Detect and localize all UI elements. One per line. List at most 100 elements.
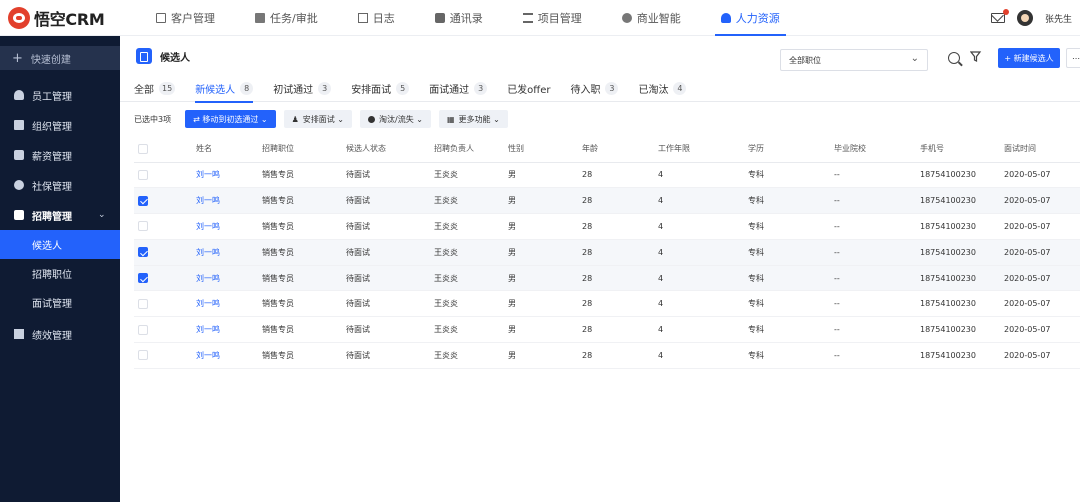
bar-chart-icon	[14, 329, 24, 339]
header-checkbox-cell[interactable]	[134, 136, 196, 163]
user-name[interactable]: 张先生	[1045, 12, 1072, 25]
column-header[interactable]: 候选人状态	[346, 136, 434, 163]
nav-item-bi[interactable]: 商业智能	[610, 0, 693, 36]
avatar[interactable]	[1016, 10, 1033, 26]
row-checkbox-cell[interactable]	[134, 187, 196, 215]
column-header[interactable]: 工作年限	[658, 136, 748, 163]
table-row[interactable]: 刘一鸣 销售专员 待面试 王炎炎男 28 4 专科 -- 18754100230 2020-05-…	[134, 290, 1080, 318]
row-checkbox[interactable]	[138, 195, 148, 206]
row-checkbox-cell[interactable]	[134, 162, 196, 189]
candidate-name-link[interactable]: 刘一鸣	[196, 265, 262, 292]
table-cell: --	[834, 265, 920, 292]
mail-icon[interactable]	[990, 9, 1009, 23]
select-all-checkbox[interactable]	[138, 143, 148, 154]
table-cell: 男	[508, 187, 582, 215]
more-functions-button[interactable]: ▦ 更多功能 ⌄	[438, 110, 508, 128]
column-header[interactable]: 面试时间	[1004, 136, 1080, 163]
column-header[interactable]: 毕业院校	[834, 136, 920, 163]
position-select[interactable]: 全部职位 ⌄	[780, 49, 928, 71]
tab-count: 3	[318, 82, 332, 95]
sidebar-item-label: 薪资管理	[32, 151, 72, 163]
column-header[interactable]: 招聘职位	[262, 136, 346, 163]
sidebar-item-employees[interactable]: 员工管理	[0, 80, 120, 110]
column-header[interactable]: 姓名	[196, 136, 262, 163]
nav-item-customers[interactable]: 客户管理	[144, 0, 227, 36]
candidate-name-link[interactable]: 刘一鸣	[196, 213, 262, 240]
row-checkbox-cell[interactable]	[134, 213, 196, 240]
sidebar-item-interviews[interactable]: 面试管理	[0, 288, 120, 317]
nav-item-tasks[interactable]: 任务/审批	[243, 0, 330, 36]
tab-label: 已淘汰	[638, 85, 669, 96]
sidebar-item-candidates[interactable]: 候选人	[0, 230, 120, 259]
quick-create-button[interactable]: + 快速创建	[0, 46, 120, 70]
search-icon[interactable]	[948, 52, 960, 64]
arrange-interview-button[interactable]: ♟ 安排面试 ⌄	[283, 110, 353, 128]
table-cell: 18754100230	[920, 213, 1004, 240]
tab-schedule-interview[interactable]: 安排面试 5	[351, 76, 410, 102]
filter-icon[interactable]	[970, 51, 982, 63]
candidate-name-link[interactable]: 刘一鸣	[196, 187, 262, 215]
nav-item-log[interactable]: 日志	[346, 0, 407, 36]
table-row[interactable]: 刘一鸣 销售专员 待面试 王炎炎男 28 4 专科 -- 18754100230 2020-05-…	[134, 316, 1080, 344]
row-checkbox[interactable]	[138, 324, 148, 335]
nav-item-hr[interactable]: 人力资源	[709, 0, 792, 36]
column-header[interactable]: 招聘负责人	[434, 136, 508, 163]
row-checkbox-cell[interactable]	[134, 290, 196, 318]
row-checkbox[interactable]	[138, 273, 148, 284]
table-row[interactable]: 刘一鸣 销售专员 待面试 王炎炎男 28 4 专科 -- 18754100230 2020-05-…	[134, 187, 1080, 215]
new-candidate-button[interactable]: + 新建候选人	[998, 48, 1060, 68]
table-cell: 4	[658, 290, 748, 318]
row-checkbox-cell[interactable]	[134, 239, 196, 266]
row-checkbox-cell[interactable]	[134, 342, 196, 369]
table-row[interactable]: 刘一鸣 销售专员 待面试 王炎炎男 28 4 专科 -- 18754100230 2020-05-…	[134, 239, 1080, 266]
table-cell: 4	[658, 316, 748, 344]
table-row[interactable]: 刘一鸣 销售专员 待面试 王炎炎男 28 4 专科 -- 18754100230 2020-05-…	[134, 162, 1080, 189]
column-header[interactable]: 年龄	[582, 136, 658, 163]
row-checkbox[interactable]	[138, 169, 148, 180]
tab-new-candidates[interactable]: 新候选人 8	[195, 76, 254, 103]
tab-first-pass[interactable]: 初试通过 3	[273, 76, 332, 102]
sidebar-item-salary[interactable]: 薪资管理	[0, 140, 120, 170]
sidebar-item-performance[interactable]: 绩效管理	[0, 319, 120, 349]
candidate-name-link[interactable]: 刘一鸣	[196, 342, 262, 369]
row-checkbox[interactable]	[138, 298, 148, 309]
page-header: 候选人 全部职位 ⌄ + 新建候选人 ⋯	[120, 36, 1080, 76]
table-cell: 28	[582, 290, 658, 318]
move-to-stage-button[interactable]: ⇄ 移动到初选通过 ⌄	[185, 110, 276, 128]
table-row[interactable]: 刘一鸣 销售专员 待面试 王炎炎男 28 4 专科 -- 18754100230 2020-05-…	[134, 213, 1080, 240]
row-checkbox[interactable]	[138, 247, 148, 258]
sidebar-item-positions[interactable]: 招聘职位	[0, 259, 120, 288]
table-cell: 王炎炎	[434, 239, 508, 266]
tab-interview-passed[interactable]: 面试通过 3	[429, 76, 488, 102]
tab-all[interactable]: 全部 15	[134, 76, 176, 102]
tab-offer-sent[interactable]: 已发offer	[507, 76, 550, 102]
column-header[interactable]: 学历	[748, 136, 834, 163]
row-checkbox[interactable]	[138, 221, 148, 232]
candidate-name-link[interactable]: 刘一鸣	[196, 290, 262, 318]
sidebar-item-social-security[interactable]: 社保管理	[0, 170, 120, 200]
table-cell: --	[834, 213, 920, 240]
app-logo[interactable]: 悟空CRM	[0, 0, 120, 36]
candidate-name-link[interactable]: 刘一鸣	[196, 316, 262, 344]
column-header[interactable]: 手机号	[920, 136, 1004, 163]
column-header[interactable]: 性别	[508, 136, 582, 163]
candidate-name-link[interactable]: 刘一鸣	[196, 162, 262, 189]
sidebar-item-recruitment[interactable]: 招聘管理 ⌄	[0, 200, 120, 230]
eliminate-button[interactable]: 淘汰/流失 ⌄	[360, 110, 431, 128]
table-row[interactable]: 刘一鸣 销售专员 待面试 王炎炎男 28 4 专科 -- 18754100230 2020-05-…	[134, 265, 1080, 292]
row-checkbox-cell[interactable]	[134, 265, 196, 292]
tab-eliminated[interactable]: 已淘汰 4	[638, 76, 687, 102]
table-cell: 销售专员	[262, 342, 346, 369]
nav-item-projects[interactable]: 项目管理	[511, 0, 594, 36]
row-checkbox[interactable]	[138, 350, 148, 361]
candidate-name-link[interactable]: 刘一鸣	[196, 239, 262, 266]
tab-pending-onboard[interactable]: 待入职 3	[570, 76, 619, 102]
more-options-button[interactable]: ⋯	[1066, 48, 1080, 68]
table-row[interactable]: 刘一鸣 销售专员 待面试 王炎炎男 28 4 专科 -- 18754100230 2020-05-…	[134, 342, 1080, 369]
table-cell: 王炎炎	[434, 213, 508, 240]
table-cell: 王炎炎	[434, 342, 508, 369]
table-cell: 男	[508, 290, 582, 318]
row-checkbox-cell[interactable]	[134, 316, 196, 344]
nav-item-contacts[interactable]: 通讯录	[423, 0, 495, 36]
sidebar-item-org[interactable]: 组织管理	[0, 110, 120, 140]
